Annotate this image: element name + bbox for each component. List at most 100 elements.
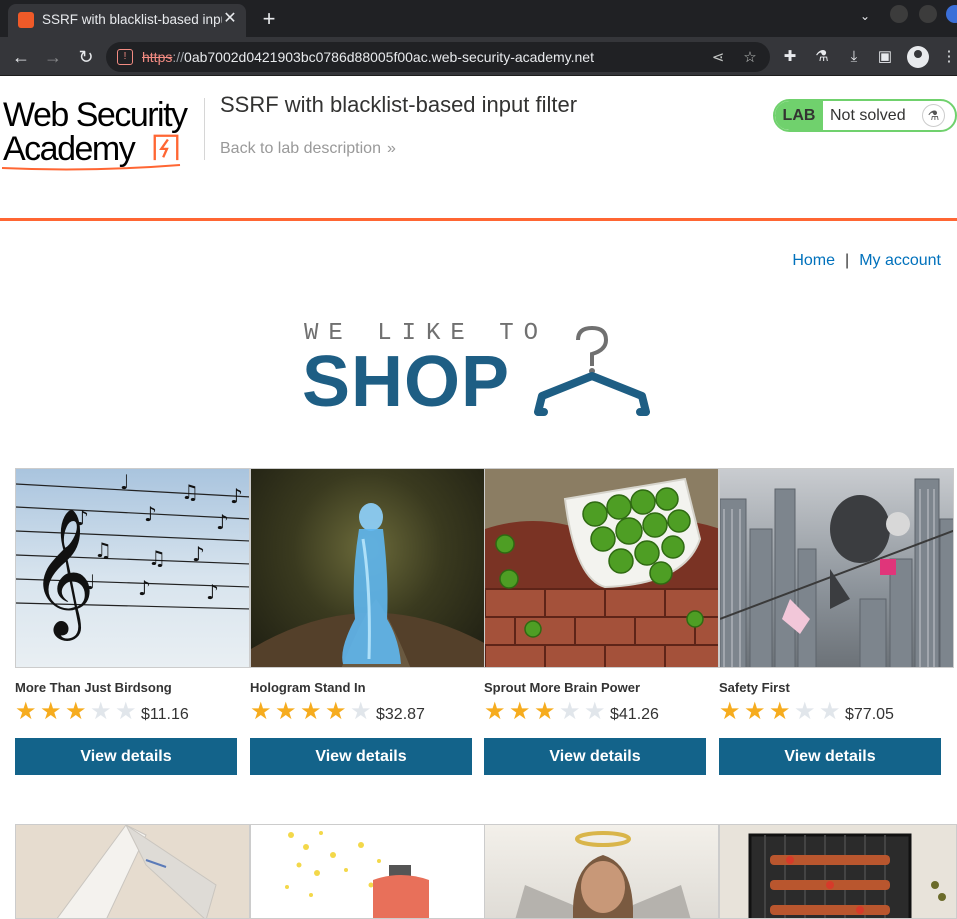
view-details-button[interactable]: View details [15,738,237,775]
download-icon[interactable]: ⤓ [843,46,865,68]
star-empty-icon: ★ [115,698,137,725]
close-window-button[interactable] [946,5,957,23]
browser-tab[interactable]: SSRF with blacklist-based input filter ✕ [8,4,246,37]
my-account-link[interactable]: My account [859,252,941,269]
clothes-hanger-icon [534,325,650,416]
lab-status-text: Not solved [830,107,906,124]
product-price: $11.16 [141,706,189,723]
share-icon[interactable]: ⋖ [708,48,728,68]
star-filled-icon: ★ [719,698,741,725]
logo-swoosh-icon [1,164,181,171]
product-image[interactable] [484,824,719,919]
star-filled-icon: ★ [250,698,272,725]
labs-flask-icon[interactable]: ⚗ [811,46,833,68]
lab-title: SSRF with blacklist-based input filter [220,92,578,117]
header-divider [204,98,205,160]
product-price: $41.26 [610,706,659,723]
star-filled-icon: ★ [15,698,37,725]
view-details-button[interactable]: View details [484,738,706,775]
star-filled-icon: ★ [65,698,87,725]
svg-text:♫: ♫ [148,546,166,570]
url-scheme: https [142,49,173,65]
shop-logo-word: SHOP [302,342,511,422]
svg-text:♪: ♪ [138,576,151,600]
product-image[interactable] [719,824,957,919]
forward-arrow-icon[interactable]: → [40,44,66,70]
lab-favicon-icon [18,12,34,28]
top-nav: Home | My account [792,252,941,270]
svg-text:♫: ♫ [181,480,199,504]
star-filled-icon: ★ [534,698,556,725]
product-image[interactable] [719,468,954,668]
web-security-academy-logo[interactable]: Web Security Academy [1,96,203,171]
star-rating: ★ ★ ★ ★ ★ [484,700,609,724]
product-image[interactable] [15,824,250,919]
we-like-to-shop-logo: WE LIKE TO SHOP [302,318,658,420]
side-panel-icon[interactable]: ▣ [874,46,896,68]
star-empty-icon: ★ [794,698,816,725]
tab-search-chevron-icon[interactable]: ⌄ [860,9,870,23]
product-image[interactable]: 𝄞 ♪ ♩ ♪ ♫ ♫ ♫ ♪ ♪ ♩ ♪ ♪ ♪ [15,468,250,668]
star-empty-icon: ★ [584,698,606,725]
flask-icon: ⚗ [922,104,945,127]
not-secure-icon[interactable]: ! [117,49,133,65]
product-image[interactable] [250,824,485,919]
svg-text:♪: ♪ [76,506,89,530]
star-empty-icon: ★ [90,698,112,725]
back-link-label: Back to lab description [220,140,381,157]
svg-text:♪: ♪ [144,502,157,526]
product-name: Hologram Stand In [250,680,366,695]
view-details-button[interactable]: View details [250,738,472,775]
reload-icon[interactable]: ↻ [73,44,99,70]
product-price: $77.05 [845,706,894,723]
svg-text:♩: ♩ [120,470,129,494]
academy-header: Web Security Academy SSRF with blacklist… [0,76,957,221]
bookmark-star-icon[interactable]: ☆ [740,48,760,68]
tab-title: SSRF with blacklist-based input filter [42,12,222,27]
product-image[interactable] [484,468,719,668]
back-arrow-icon[interactable]: ← [8,44,34,70]
svg-text:♪: ♪ [216,510,229,534]
maximize-window-button[interactable] [919,5,937,23]
star-empty-icon: ★ [350,698,372,725]
product-price: $32.87 [376,706,425,723]
logo-lightning-icon [153,134,179,161]
star-rating: ★ ★ ★ ★ ★ [15,700,140,724]
lab-status-widget: LAB Not solved ⚗ [773,99,957,132]
url-host: 0ab7002d0421903bc0786d88005f00ac.web-sec… [184,49,594,65]
close-tab-icon[interactable]: ✕ [220,9,240,29]
star-filled-icon: ★ [40,698,62,725]
profile-avatar-icon[interactable] [907,46,929,68]
home-link[interactable]: Home [792,252,835,269]
star-filled-icon: ★ [275,698,297,725]
browser-toolbar: ← → ↻ ! https://0ab7002d0421903bc0786d88… [0,37,957,76]
extensions-puzzle-icon[interactable]: ✚ [779,46,801,68]
address-bar[interactable]: ! https://0ab7002d0421903bc0786d88005f00… [106,42,770,72]
star-filled-icon: ★ [744,698,766,725]
svg-text:♪: ♪ [230,484,243,508]
star-filled-icon: ★ [300,698,322,725]
svg-text:♪: ♪ [192,542,205,566]
product-name: Sprout More Brain Power [484,680,641,695]
menu-kebab-icon[interactable]: ⋮ [938,46,957,68]
product-name: More Than Just Birdsong [15,680,172,695]
minimize-window-button[interactable] [890,5,908,23]
product-name: Safety First [719,680,790,695]
url-separator: :// [172,49,185,65]
logo-line2: Academy [3,130,136,168]
view-details-button[interactable]: View details [719,738,941,775]
star-filled-icon: ★ [509,698,531,725]
lab-badge: LAB [775,101,823,130]
star-empty-icon: ★ [819,698,841,725]
star-filled-icon: ★ [325,698,347,725]
browser-tabstrip: SSRF with blacklist-based input filter ✕… [0,0,957,37]
new-tab-icon[interactable]: + [256,6,282,32]
product-image[interactable] [250,468,485,668]
star-filled-icon: ★ [769,698,791,725]
back-to-lab-description-link[interactable]: Back to lab description » [220,140,396,158]
svg-text:♫: ♫ [94,538,112,562]
logo-line1: Web Security [3,96,188,134]
star-rating: ★ ★ ★ ★ ★ [719,700,844,724]
double-chevron-right-icon: » [386,140,396,157]
url-text[interactable]: https://0ab7002d0421903bc0786d88005f00ac… [142,49,594,65]
